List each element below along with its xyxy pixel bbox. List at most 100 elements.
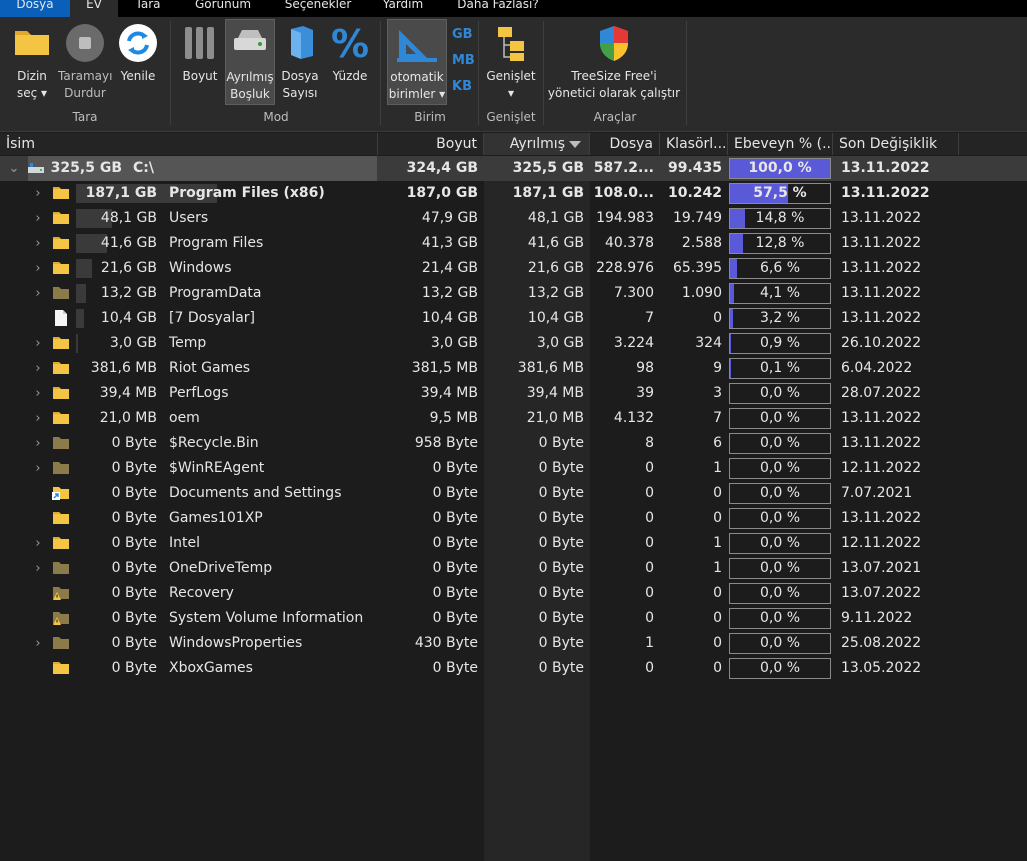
expand-chevron-icon[interactable]: › <box>32 381 44 406</box>
refresh-button[interactable]: Yenile <box>114 19 162 105</box>
expand-chevron-icon[interactable]: › <box>32 431 44 456</box>
folders-value: 65.395 <box>673 260 722 276</box>
allocated-value: 0 Byte <box>538 635 584 651</box>
expand-chevron-icon[interactable]: › <box>32 456 44 481</box>
menu-tab-home[interactable]: EV <box>70 0 118 17</box>
size-label: 0 Byte <box>111 435 157 451</box>
expand-chevron-icon[interactable]: › <box>32 206 44 231</box>
column-files[interactable]: Dosya <box>590 133 660 155</box>
column-last-modified[interactable]: Son Değişiklik <box>833 133 959 155</box>
table-row[interactable]: › 187,1 GB Program Files (x86) 187,0 GB 187,… <box>0 181 1027 206</box>
allocated-value: 0 Byte <box>538 610 584 626</box>
table-row[interactable]: › 3,0 GB Temp 3,0 GB 3,0 GB 3.224 324 0,9 % 26.1… <box>0 331 1027 356</box>
stop-scan-button[interactable]: Taramayı Durdur <box>58 19 112 105</box>
folder-dim-icon <box>52 436 70 450</box>
item-name: WindowsProperties <box>169 635 303 651</box>
run-as-admin-label: TreeSize Free'i yönetici olarak çalıştır <box>547 69 681 100</box>
table-row[interactable]: 10,4 GB [7 Dosyalar] 10,4 GB 10,4 GB 7 0 3,2 %… <box>0 306 1027 331</box>
item-name: oem <box>169 410 200 426</box>
modified-value: 13.11.2022 <box>841 310 922 326</box>
group-separator <box>543 21 544 125</box>
folders-value: 3 <box>713 385 722 401</box>
item-name: $WinREAgent <box>169 460 265 476</box>
expand-chevron-icon[interactable]: › <box>32 531 44 556</box>
table-row[interactable]: › 381,6 MB Riot Games 381,5 MB 381,6 MB 98 9 0,… <box>0 356 1027 381</box>
table-row[interactable]: 0 Byte Documents and Settings 0 Byte 0 Byte… <box>0 481 1027 506</box>
menu-tab-help[interactable]: Yardım <box>368 0 438 17</box>
size-label: 0 Byte <box>111 585 157 601</box>
expand-chevron-icon[interactable]: › <box>32 256 44 281</box>
size-label: 41,6 GB <box>100 235 157 251</box>
item-name: ProgramData <box>169 285 262 301</box>
group-separator <box>170 21 171 125</box>
parent-percent-text: 0,0 % <box>759 460 801 476</box>
table-row[interactable]: › 21,6 GB Windows 21,4 GB 21,6 GB 228.976 65.3… <box>0 256 1027 281</box>
parent-percent-text: 0,0 % <box>759 535 801 551</box>
table-row[interactable]: › 21,0 MB oem 9,5 MB 21,0 MB 4.132 7 0,0 % 13.11… <box>0 406 1027 431</box>
modified-value: 26.10.2022 <box>841 335 922 351</box>
expand-chevron-icon[interactable]: › <box>32 406 44 431</box>
table-row[interactable]: › 13,2 GB ProgramData 13,2 GB 13,2 GB 7.300 1.… <box>0 281 1027 306</box>
table-row[interactable]: › 0 Byte Intel 0 Byte 0 Byte 0 1 0,0 % 12.11.202… <box>0 531 1027 556</box>
tree-root-row[interactable]: ⌄ 325,5 GB C:\ 324,4 GB 325,5 GB 587.2... 99.4… <box>0 156 1027 181</box>
column-size[interactable]: Boyut <box>378 133 484 155</box>
select-directory-button[interactable]: Dizin seç ▾ <box>8 19 56 105</box>
table-row[interactable]: › 48,1 GB Users 47,9 GB 48,1 GB 194.983 19.749… <box>0 206 1027 231</box>
modified-value: 13.11.2022 <box>841 185 930 201</box>
table-row[interactable]: › 41,6 GB Program Files 41,3 GB 41,6 GB 40.37… <box>0 231 1027 256</box>
percent-button[interactable]: % Yüzde <box>326 19 374 105</box>
expand-chevron-icon[interactable]: › <box>32 231 44 256</box>
file-count-button[interactable]: Dosya Sayısı <box>278 19 322 105</box>
auto-units-button[interactable]: otomatik birimler ▾ <box>387 19 447 105</box>
folder-dim-icon <box>52 461 70 475</box>
expand-chevron-icon[interactable]: › <box>32 356 44 381</box>
size-label: 381,6 MB <box>90 360 157 376</box>
table-row[interactable]: › 0 Byte $Recycle.Bin 958 Byte 0 Byte 8 6 0,0 %… <box>0 431 1027 456</box>
item-name: XboxGames <box>169 660 253 676</box>
allocated-value: 21,0 MB <box>526 410 584 426</box>
allocated-space-button[interactable]: Ayrılmış Boşluk <box>225 19 275 105</box>
parent-percent-text: 0,0 % <box>759 410 801 426</box>
expand-chevron-icon[interactable]: › <box>32 181 44 206</box>
menu-tab-file[interactable]: Dosya <box>0 0 70 17</box>
unit-kb-button[interactable]: KB <box>452 79 472 94</box>
folders-value: 0 <box>713 660 722 676</box>
unit-mb-button[interactable]: MB <box>452 53 475 68</box>
item-name: Games101XP <box>169 510 263 526</box>
parent-percent-bar: 0,0 % <box>729 408 831 429</box>
parent-percent-bar: 12,8 % <box>729 233 831 254</box>
expand-chevron-icon[interactable]: › <box>32 331 44 356</box>
table-row[interactable]: 0 Byte Recovery 0 Byte 0 Byte 0 0 0,0 % 13.07.2… <box>0 581 1027 606</box>
expand-chevron-icon[interactable]: › <box>32 281 44 306</box>
expand-button[interactable]: Genişlet ▾ <box>484 19 538 105</box>
table-row[interactable]: › 0 Byte $WinREAgent 0 Byte 0 Byte 0 1 0,0 % 12.… <box>0 456 1027 481</box>
size-mode-button[interactable]: Boyut <box>178 19 222 105</box>
modified-value: 12.11.2022 <box>841 460 922 476</box>
parent-percent-text: 12,8 % <box>755 235 805 251</box>
expand-chevron-icon[interactable]: › <box>32 556 44 581</box>
run-as-admin-button[interactable]: TreeSize Free'i yönetici olarak çalıştır <box>547 19 681 105</box>
table-row[interactable]: 0 Byte XboxGames 0 Byte 0 Byte 0 0 0,0 % 13.05.… <box>0 656 1027 681</box>
table-row[interactable]: › 39,4 MB PerfLogs 39,4 MB 39,4 MB 39 3 0,0 % 28… <box>0 381 1027 406</box>
table-row[interactable]: › 0 Byte OneDriveTemp 0 Byte 0 Byte 0 1 0,0 % 13… <box>0 556 1027 581</box>
select-directory-label: Dizin seç ▾ <box>16 69 48 100</box>
unit-gb-button[interactable]: GB <box>452 27 473 42</box>
group-separator <box>478 21 479 125</box>
parent-percent-text: 4,1 % <box>759 285 801 301</box>
tree-expand-icon <box>498 27 524 61</box>
modified-value: 28.07.2022 <box>841 385 922 401</box>
table-row[interactable]: › 0 Byte WindowsProperties 430 Byte 0 Byte 1 0… <box>0 631 1027 656</box>
expand-chevron-icon[interactable]: › <box>32 631 44 656</box>
menu-tab-more[interactable]: Daha Fazlası? <box>438 0 558 17</box>
column-parent-percent[interactable]: Ebeveyn % (... <box>728 133 833 155</box>
column-allocated[interactable]: Ayrılmış <box>484 133 590 155</box>
column-name[interactable]: İsim <box>0 133 378 155</box>
menu-tab-view[interactable]: Görünüm <box>178 0 268 17</box>
column-folders[interactable]: Klasörl... <box>660 133 728 155</box>
menu-tab-options[interactable]: Seçenekler <box>268 0 368 17</box>
table-row[interactable]: 0 Byte Games101XP 0 Byte 0 Byte 0 0 0,0 % 13.11… <box>0 506 1027 531</box>
modified-value: 13.05.2022 <box>841 660 922 676</box>
table-row[interactable]: 0 Byte System Volume Information 0 Byte 0 B… <box>0 606 1027 631</box>
menu-tab-scan[interactable]: Tara <box>118 0 178 17</box>
collapse-chevron-icon[interactable]: ⌄ <box>8 156 20 181</box>
